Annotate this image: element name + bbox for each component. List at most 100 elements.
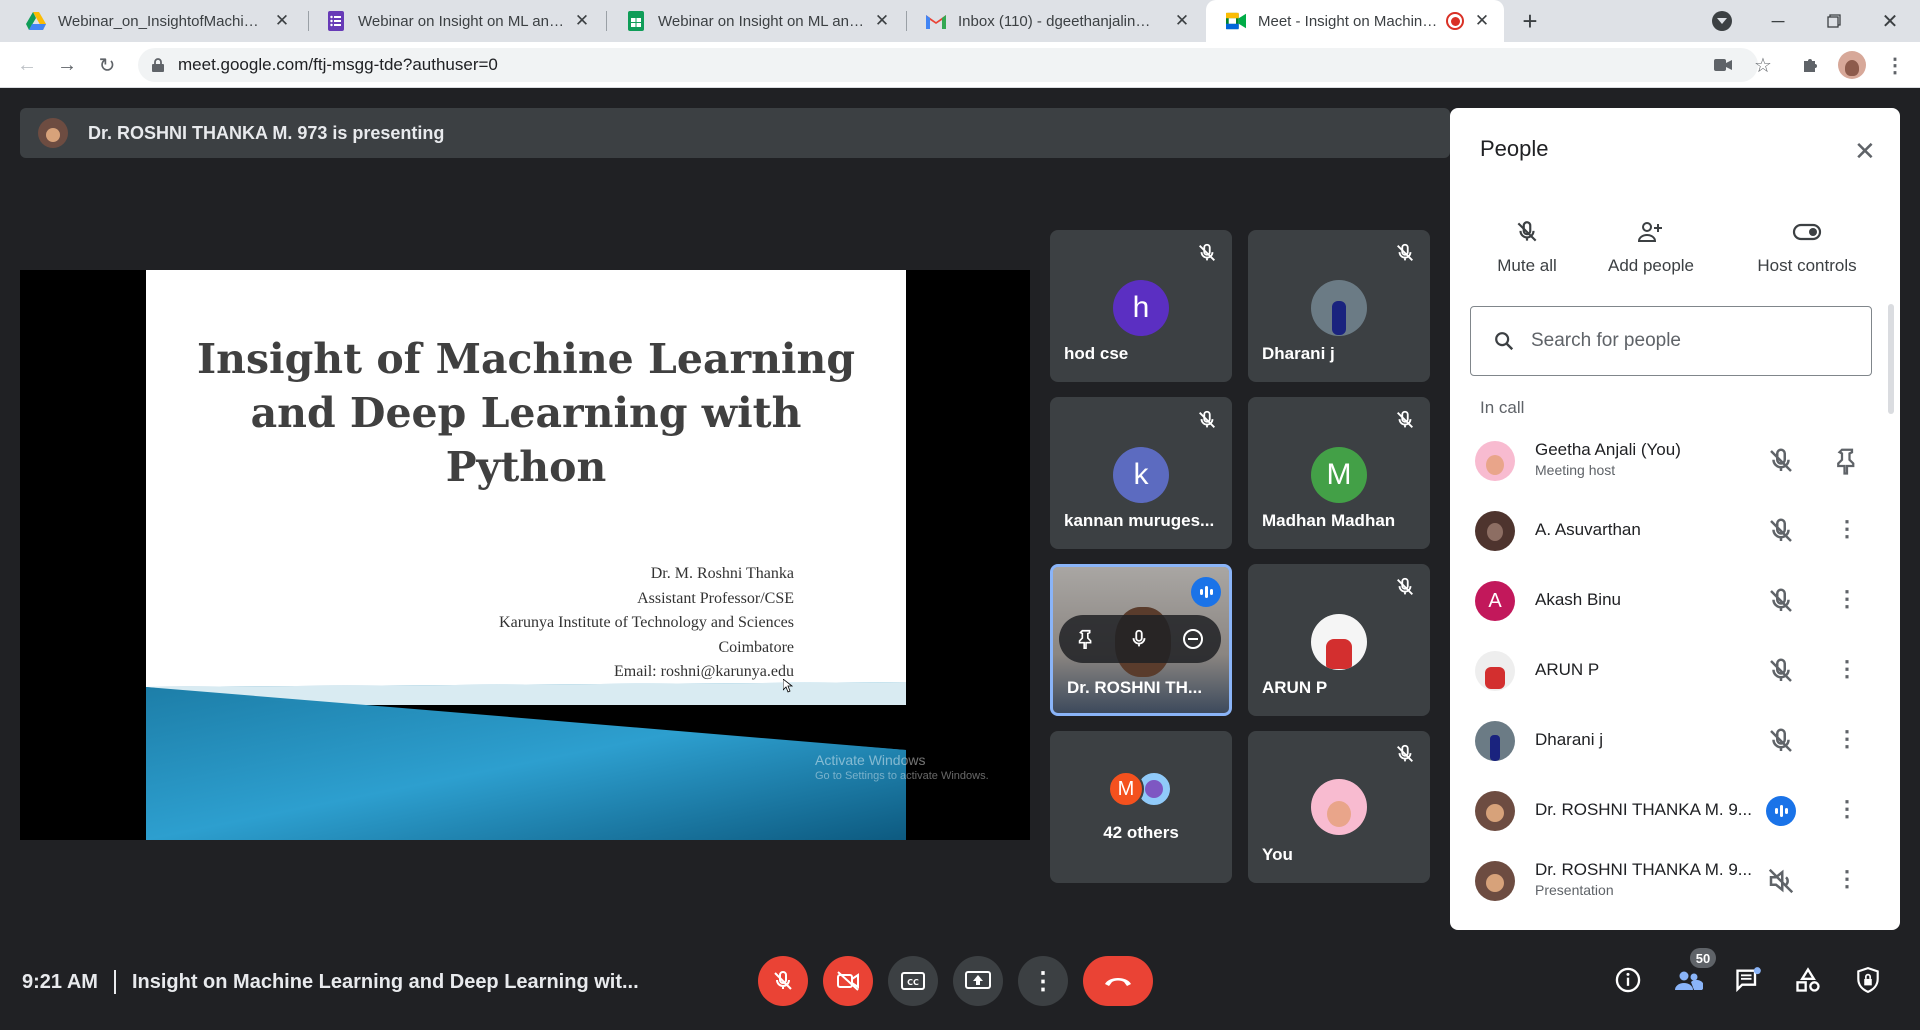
tab-forms[interactable]: Webinar on Insight on ML and D ✕ — [306, 0, 604, 42]
mic-icon[interactable] — [1128, 628, 1150, 650]
google-meet-icon — [1226, 11, 1246, 31]
tab-search-button[interactable] — [1694, 0, 1750, 42]
close-icon[interactable]: ✕ — [572, 11, 592, 31]
person-row[interactable]: A. Asuvarthan ⋮ — [1450, 496, 1900, 566]
mic-off-icon[interactable] — [1766, 516, 1796, 546]
meeting-details-button[interactable] — [1610, 962, 1646, 998]
participant-tile-active-speaker[interactable]: Dr. ROSHNI TH... — [1050, 564, 1232, 716]
more-options-icon[interactable]: ⋮ — [1832, 586, 1862, 616]
leave-call-button[interactable] — [1083, 956, 1153, 1006]
pin-icon[interactable] — [1075, 628, 1097, 650]
add-person-icon — [1637, 222, 1662, 242]
tab-gmail[interactable]: Inbox (110) - dgeethanjalin@gm ✕ — [906, 0, 1204, 42]
extensions-icon[interactable] — [1798, 52, 1824, 78]
person-row[interactable]: Dharani j ⋮ — [1450, 706, 1900, 776]
close-icon[interactable]: ✕ — [1172, 11, 1192, 31]
self-tile[interactable]: You — [1248, 731, 1430, 883]
participant-tile[interactable]: Dharani j — [1248, 230, 1430, 382]
add-people-button[interactable]: Add people — [1586, 214, 1716, 276]
camera-in-use-icon[interactable] — [1710, 52, 1736, 78]
host-controls-toolbar-button[interactable] — [1850, 962, 1886, 998]
google-sheets-icon — [626, 11, 646, 31]
participant-name: ARUN P — [1262, 678, 1328, 697]
svg-text:CC: CC — [907, 978, 919, 987]
address-bar[interactable]: meet.google.com/ftj-msgg-tde?authuser=0 — [138, 48, 1758, 82]
back-button[interactable]: ← — [12, 50, 42, 80]
people-button[interactable]: 50 — [1670, 948, 1716, 998]
tab-meet[interactable]: Meet - Insight on Machine L ✕ — [1206, 0, 1504, 42]
avatar: A — [1475, 581, 1515, 621]
more-options-icon[interactable]: ⋮ — [1832, 656, 1862, 686]
panel-scrollbar[interactable] — [1888, 304, 1894, 414]
mic-off-icon[interactable] — [1766, 446, 1796, 476]
maximize-button[interactable] — [1806, 0, 1862, 42]
presenter-avatar — [38, 118, 68, 148]
close-icon[interactable]: ✕ — [872, 11, 892, 31]
mic-off-icon[interactable] — [1766, 656, 1796, 686]
mic-off-icon[interactable] — [1766, 726, 1796, 756]
volume-off-icon[interactable] — [1766, 866, 1796, 896]
search-placeholder: Search for people — [1531, 330, 1681, 351]
camera-toggle-button[interactable] — [823, 956, 873, 1006]
close-icon[interactable]: ✕ — [1472, 11, 1492, 31]
close-panel-button[interactable]: ✕ — [1854, 136, 1876, 167]
presentation-stage[interactable]: Insight of Machine Learning and Deep Lea… — [20, 270, 1030, 840]
tab-drive[interactable]: Webinar_on_InsightofMachineLe ✕ — [6, 0, 304, 42]
speaking-indicator-icon — [1766, 796, 1796, 826]
participant-tile[interactable]: M Madhan Madhan — [1248, 397, 1430, 549]
host-controls-button[interactable]: Host controls — [1732, 214, 1882, 276]
activities-icon — [1796, 967, 1820, 992]
minimize-button[interactable]: ─ — [1750, 0, 1806, 42]
mic-off-icon[interactable] — [1766, 586, 1796, 616]
browser-menu-icon[interactable]: ⋮ — [1882, 52, 1908, 78]
avatar — [1311, 779, 1367, 835]
person-row[interactable]: Geetha Anjali (You) Meeting host — [1450, 426, 1900, 496]
profile-avatar[interactable] — [1838, 51, 1866, 79]
google-forms-icon — [326, 11, 346, 31]
present-now-button[interactable] — [953, 956, 1003, 1006]
more-options-icon[interactable]: ⋮ — [1832, 796, 1862, 826]
mic-off-icon — [774, 970, 792, 990]
person-row[interactable]: Dr. ROSHNI THANKA M. 9... ⋮ — [1450, 776, 1900, 846]
person-row[interactable]: Dr. ROSHNI THANKA M. 9... Presentation ⋮ — [1450, 846, 1900, 916]
mute-all-button[interactable]: Mute all — [1462, 214, 1592, 276]
others-tile[interactable]: M 42 others — [1050, 731, 1232, 883]
forward-button[interactable]: → — [52, 50, 82, 80]
participant-name: hod cse — [1064, 344, 1129, 363]
people-icon — [1675, 971, 1703, 990]
participant-name: Madhan Madhan — [1262, 511, 1396, 530]
activate-windows-title: Activate Windows — [815, 752, 926, 768]
participant-tile[interactable]: k kannan muruges... — [1050, 397, 1232, 549]
participant-tile[interactable]: h hod cse — [1050, 230, 1232, 382]
participant-tile[interactable]: ARUN P — [1248, 564, 1430, 716]
microphone-toggle-button[interactable] — [758, 956, 808, 1006]
browser-tab-bar: Webinar_on_InsightofMachineLe ✕ Webinar … — [0, 0, 1920, 42]
people-search-input[interactable]: Search for people — [1470, 306, 1872, 376]
person-row[interactable]: A Akash Binu ⋮ — [1450, 566, 1900, 636]
participant-name: Dharani j — [1262, 344, 1335, 363]
pin-icon[interactable] — [1832, 446, 1862, 476]
close-icon[interactable]: ✕ — [272, 11, 292, 31]
captions-button[interactable]: CC — [888, 956, 938, 1006]
activities-button[interactable] — [1790, 962, 1826, 998]
close-window-button[interactable]: ✕ — [1862, 0, 1918, 42]
more-options-icon[interactable]: ⋮ — [1832, 726, 1862, 756]
remove-icon[interactable] — [1181, 627, 1205, 651]
shield-lock-icon — [1857, 967, 1879, 994]
star-icon[interactable]: ☆ — [1750, 52, 1776, 78]
tab-sheets[interactable]: Webinar on Insight on ML and D ✕ — [606, 0, 904, 42]
chat-button[interactable] — [1730, 962, 1766, 998]
panel-title: People — [1480, 136, 1549, 161]
clock-time: 9:21 AM — [22, 970, 98, 993]
more-options-icon[interactable]: ⋮ — [1832, 516, 1862, 546]
more-options-button[interactable]: ⋮ — [1018, 956, 1068, 1006]
others-count: 42 others — [1103, 823, 1179, 842]
person-row[interactable]: ARUN P ⋮ — [1450, 636, 1900, 706]
tab-title: Webinar on Insight on ML and D — [358, 12, 564, 30]
new-tab-button[interactable]: + — [1505, 0, 1555, 42]
meeting-info: 9:21 AM Insight on Machine Learning and … — [22, 970, 639, 994]
more-options-icon[interactable]: ⋮ — [1832, 866, 1862, 896]
presenting-banner: Dr. ROSHNI THANKA M. 973 is presenting — [20, 108, 1450, 158]
participant-name: Dr. ROSHNI TH... — [1067, 678, 1203, 697]
reload-button[interactable]: ↻ — [92, 50, 122, 80]
